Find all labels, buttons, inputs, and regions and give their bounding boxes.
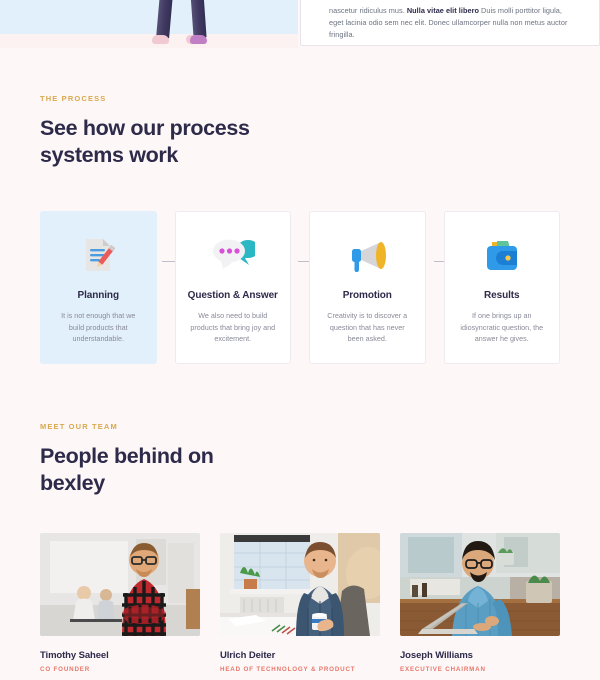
team-member-name: Timothy Saheel xyxy=(40,649,109,661)
process-title-line2: systems work xyxy=(40,143,179,167)
team-member-role: HEAD OF TECHNOLOGY & PRODUCT xyxy=(220,665,356,673)
man-red-plaid-shirt-arms-crossed-office xyxy=(40,532,200,636)
process-card-promotion[interactable]: Promotion Creativity is to discover a qu… xyxy=(309,211,426,364)
top-partial-strip: nascetur ridiculus mus. Nulla vitae elit… xyxy=(0,0,600,68)
team-section: MEET OUR TEAM People behind on bexley Ti… xyxy=(0,364,600,680)
lorem-text-box: nascetur ridiculus mus. Nulla vitae elit… xyxy=(300,0,600,46)
process-card-title: Promotion xyxy=(342,290,392,301)
illustration-leg-left xyxy=(156,0,173,39)
illustration-leg-right xyxy=(190,0,207,39)
process-card-title: Question & Answer xyxy=(187,290,278,301)
process-card-results[interactable]: Results If one brings up an idiosyncrati… xyxy=(443,211,560,364)
process-cards-row: Planning It is not enough that we build … xyxy=(40,211,560,364)
process-card-question-answer[interactable]: Question & Answer We also need to build … xyxy=(174,211,291,364)
chat-bubbles-icon xyxy=(188,232,279,278)
team-member-card[interactable]: Ulrich Deiter HEAD OF TECHNOLOGY & PRODU… xyxy=(220,532,380,680)
process-section: THE PROCESS See how our process systems … xyxy=(0,68,600,364)
document-pencil-icon xyxy=(53,232,144,278)
process-card-desc: If one brings up an idiosyncratic questi… xyxy=(460,311,544,343)
process-card-desc: It is not enough that we build products … xyxy=(61,311,136,343)
process-eyebrow: THE PROCESS xyxy=(40,94,107,103)
page-root: nascetur ridiculus mus. Nulla vitae elit… xyxy=(0,0,600,680)
process-card-desc: Creativity is to discover a question tha… xyxy=(327,311,408,343)
team-title: People behind on bexley xyxy=(40,443,560,497)
process-card-planning[interactable]: Planning It is not enough that we build … xyxy=(40,211,157,364)
lorem-paragraph: nascetur ridiculus mus. Nulla vitae elit… xyxy=(329,5,577,42)
team-member-role: EXECUTIVE CHAIRMAN xyxy=(400,665,486,673)
team-member-role: CO FOUNDER xyxy=(40,665,91,673)
illustration-foot-right xyxy=(190,35,207,44)
process-title: See how our process systems work xyxy=(40,115,560,169)
person-legs-illustration xyxy=(0,0,298,48)
man-blue-shirt-working-laptop xyxy=(400,532,560,636)
illustration-floor xyxy=(0,34,298,48)
megaphone-icon xyxy=(322,232,413,278)
team-member-name: Joseph Williams xyxy=(400,649,473,661)
team-member-name: Ulrich Deiter xyxy=(220,649,276,661)
wallet-icon xyxy=(457,232,548,278)
team-member-card[interactable]: Timothy Saheel CO FOUNDER xyxy=(40,532,200,680)
process-title-line1: See how our process xyxy=(40,116,250,140)
lorem-text-before: nascetur ridiculus mus. xyxy=(329,6,407,15)
illustration-foot-left xyxy=(152,35,169,44)
team-member-card[interactable]: Joseph Williams EXECUTIVE CHAIRMAN xyxy=(400,532,560,680)
team-grid: Timothy Saheel CO FOUNDER Ulrich Deiter … xyxy=(40,532,560,680)
process-card-title: Planning xyxy=(77,290,120,301)
lorem-text-bold: Nulla vitae elit libero xyxy=(406,6,479,15)
team-title-line2: bexley xyxy=(40,470,105,495)
team-title-line1: People behind on xyxy=(40,443,214,468)
process-card-title: Results xyxy=(484,290,520,301)
process-card-desc: We also need to build products that brin… xyxy=(190,311,276,343)
team-eyebrow: MEET OUR TEAM xyxy=(40,421,118,431)
man-denim-jacket-holding-cup-desk xyxy=(220,532,380,636)
